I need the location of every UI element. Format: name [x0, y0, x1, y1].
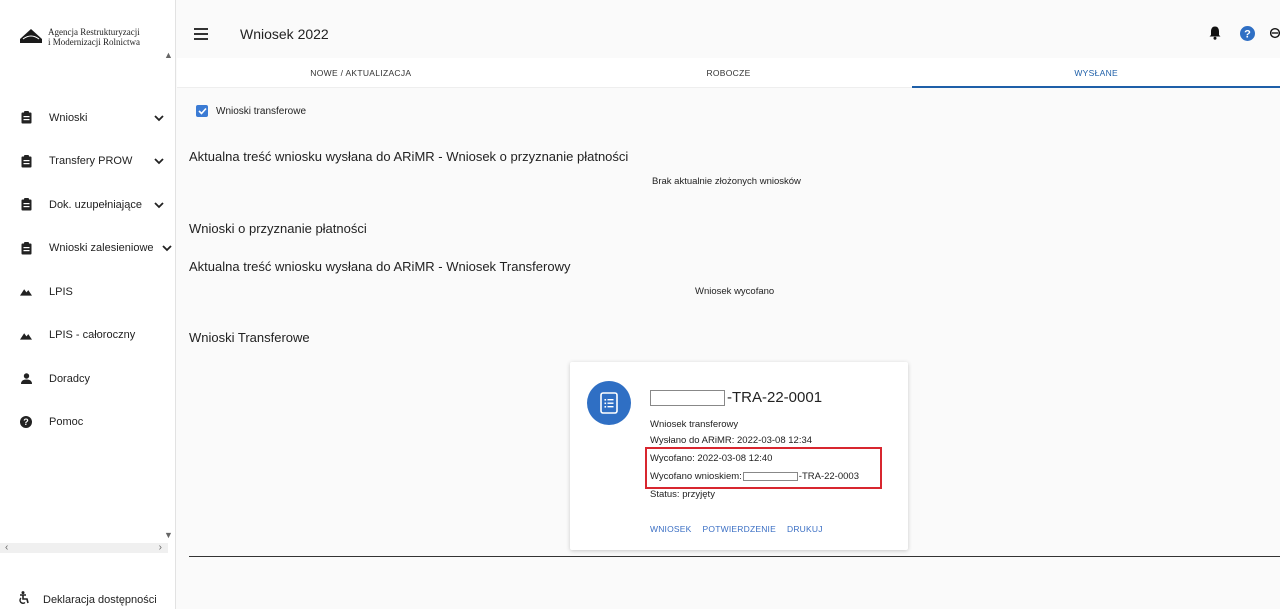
sidebar-item-lpis[interactable]: LPIS [0, 270, 176, 314]
sidebar-scroll-down-icon[interactable]: ▼ [164, 530, 173, 540]
tab-robocze[interactable]: ROBOCZE [545, 58, 913, 87]
tab-bar: NOWE / AKTUALIZACJA ROBOCZE WYSŁANE [177, 58, 1280, 88]
account-icon[interactable] [1270, 24, 1280, 42]
page-title: Wniosek 2022 [240, 26, 329, 42]
section-title-transfer-applications: Wnioski Transferowe [189, 330, 310, 345]
sidebar-item-label: Transfery PROW [49, 155, 133, 168]
logo-mark-icon [20, 27, 42, 43]
drukuj-button[interactable]: DRUKUJ [787, 524, 823, 534]
sidebar-item-wnioski[interactable]: Wnioski [0, 96, 176, 140]
clipboard-icon [20, 111, 32, 124]
svg-text:?: ? [1244, 28, 1251, 40]
sidebar-item-label: Doradcy [49, 372, 90, 385]
section-title-payment-applications: Wnioski o przyznanie płatności [189, 221, 367, 236]
tab-nowe-aktualizacja[interactable]: NOWE / AKTUALIZACJA [177, 58, 545, 87]
clipboard-icon [20, 198, 32, 211]
checkmark-icon [197, 107, 207, 115]
terrain-icon [20, 329, 32, 342]
divider [189, 556, 1280, 557]
sidebar-item-lpis-caloroczny[interactable]: LPIS - całoroczny [0, 314, 176, 358]
chevron-down-icon [154, 158, 164, 165]
sidebar-item-wnioski-zalesieniowe[interactable]: Wnioski zalesieniowe [0, 227, 176, 271]
accessibility-icon [18, 591, 30, 609]
section-title-current-transfer-application: Aktualna treść wniosku wysłana do ARiMR … [189, 259, 571, 274]
scroll-right-icon[interactable]: › [159, 542, 162, 553]
sidebar-item-label: Wnioski [49, 111, 88, 124]
sidebar-item-label: Wnioski zalesieniowe [49, 242, 154, 255]
transfer-applications-checkbox[interactable] [196, 105, 208, 117]
application-number: -TRA-22-0001 [727, 389, 823, 406]
sidebar-item-doradcy[interactable]: Doradcy [0, 357, 176, 401]
chevron-down-icon [162, 245, 172, 252]
sidebar-item-label: Dok. uzupełniające [49, 198, 142, 211]
sidebar-item-label: LPIS [49, 285, 73, 298]
section-title-current-payment-application: Aktualna treść wniosku wysłana do ARiMR … [189, 149, 629, 164]
sidebar-item-label: LPIS - całoroczny [49, 329, 136, 342]
status-text: Status: przyjęty [650, 489, 715, 500]
checkbox-label: Wnioski transferowe [216, 105, 307, 117]
person-icon [20, 372, 32, 385]
transfer-applications-filter[interactable]: Wnioski transferowe [196, 105, 306, 117]
arimr-logo[interactable]: Agencja Restrukturyzacji i Modernizacji … [20, 27, 140, 47]
sidebar-item-transfery-prow[interactable]: Transfery PROW [0, 140, 176, 184]
svg-text:?: ? [23, 417, 29, 427]
accessibility-label: Deklaracja dostępności [43, 594, 157, 606]
withdrawal-highlight-box [645, 447, 882, 489]
potwierdzenie-button[interactable]: POTWIERDZENIE [703, 524, 776, 534]
logo-text-line1: Agencja Restrukturyzacji [48, 27, 140, 37]
sidebar: Agencja Restrukturyzacji i Modernizacji … [0, 0, 176, 609]
no-applications-note: Brak aktualnie złożonych wniosków [652, 176, 801, 187]
sent-date: Wysłano do ARiMR: 2022-03-08 12:34 [650, 435, 813, 446]
application-withdrawn-note: Wniosek wycofano [695, 286, 775, 297]
help-icon: ? [20, 416, 32, 429]
sidebar-scroll-up-icon[interactable]: ▲ [164, 50, 173, 60]
sidebar-item-pomoc[interactable]: ? Pomoc [0, 401, 176, 445]
sidebar-horizontal-scrollbar[interactable]: ‹ › [0, 542, 168, 553]
sidebar-nav: Wnioski Transfery PROW Dok. uzupełniając… [0, 96, 176, 444]
chevron-down-icon [154, 115, 164, 122]
wniosek-button[interactable]: WNIOSEK [650, 524, 692, 534]
redacted-applicant-number [650, 389, 725, 406]
bell-icon[interactable] [1206, 24, 1224, 42]
accessibility-declaration-link[interactable]: Deklaracja dostępności [18, 591, 157, 609]
chevron-down-icon [154, 202, 164, 209]
clipboard-icon [20, 154, 32, 168]
document-icon [587, 381, 631, 425]
terrain-icon [20, 285, 32, 298]
scroll-left-icon[interactable]: ‹ [5, 542, 8, 553]
top-bar: Wniosek 2022 ? [177, 16, 1280, 56]
hamburger-menu-icon[interactable] [194, 28, 208, 40]
sidebar-item-label: Pomoc [49, 416, 84, 429]
application-type: Wniosek transferowy [650, 419, 739, 430]
logo-text-line2: i Modernizacji Rolnictwa [48, 37, 140, 47]
sidebar-item-dok-uzupelniajace[interactable]: Dok. uzupełniające [0, 183, 176, 227]
clipboard-icon [20, 241, 32, 255]
help-icon[interactable]: ? [1238, 24, 1256, 42]
tab-wyslane[interactable]: WYSŁANE [912, 58, 1280, 88]
